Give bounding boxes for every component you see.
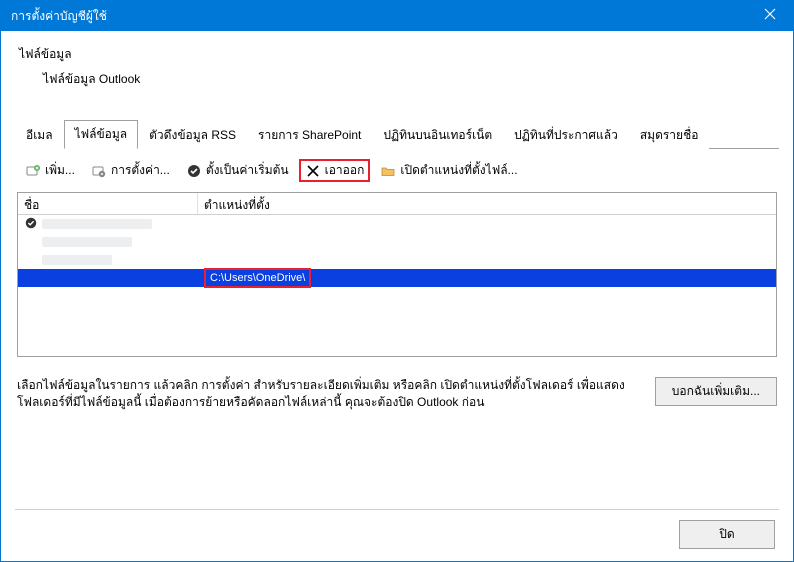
redacted-text [42, 219, 152, 229]
info-row: เลือกไฟล์ข้อมูลในรายการ แล้วคลิก การตั้ง… [17, 377, 777, 411]
selected-location-text: C:\Users\OneDrive\ [204, 268, 311, 288]
tab-row: อีเมล ไฟล์ข้อมูล ตัวดึงข้อมูล RSS รายการ… [15, 119, 779, 149]
set-default-label: ตั้งเป็นค่าเริ่มต้น [206, 161, 289, 180]
default-check-icon [24, 216, 38, 233]
dialog-window: การตั้งค่าบัญชีผู้ใช้ ไฟล์ข้อมูล ไฟล์ข้อ… [0, 0, 794, 562]
column-header-name[interactable]: ชื่อ [18, 193, 198, 214]
titlebar: การตั้งค่าบัญชีผู้ใช้ [1, 1, 793, 31]
redacted-text [42, 255, 112, 265]
settings-button[interactable]: การตั้งค่า... [85, 159, 176, 182]
redacted-text [42, 237, 132, 247]
window-title: การตั้งค่าบัญชีผู้ใช้ [11, 7, 747, 26]
open-location-label: เปิดตำแหน่งที่ตั้งไฟล์... [400, 161, 517, 180]
tab-published-calendars[interactable]: ปฏิทินที่ประกาศแล้ว [503, 121, 629, 149]
settings-icon [91, 163, 107, 179]
settings-label: การตั้งค่า... [111, 161, 170, 180]
folder-icon [380, 163, 396, 179]
tab-rss[interactable]: ตัวดึงข้อมูล RSS [138, 121, 247, 149]
tab-datafiles[interactable]: ไฟล์ข้อมูล [64, 120, 139, 149]
add-button[interactable]: เพิ่ม... [19, 159, 81, 182]
remove-label: เอาออก [325, 161, 365, 180]
set-default-button[interactable]: ตั้งเป็นค่าเริ่มต้น [180, 159, 295, 182]
check-circle-icon [186, 163, 202, 179]
window-close-button[interactable] [747, 1, 793, 31]
add-icon [25, 163, 41, 179]
dialog-body: ไฟล์ข้อมูล ไฟล์ข้อมูล Outlook อีเมล ไฟล์… [1, 31, 793, 561]
toolbar: เพิ่ม... การตั้งค่า... ตั้งเป็นค่าเริ่มต… [15, 149, 779, 192]
section-heading: ไฟล์ข้อมูล [19, 45, 779, 64]
list-row[interactable] [18, 215, 776, 233]
info-text: เลือกไฟล์ข้อมูลในรายการ แล้วคลิก การตั้ง… [17, 377, 641, 411]
remove-icon [305, 163, 321, 179]
add-label: เพิ่ม... [45, 161, 75, 180]
close-button[interactable]: ปิด [679, 520, 775, 549]
section-subheading: ไฟล์ข้อมูล Outlook [43, 70, 779, 89]
remove-button[interactable]: เอาออก [299, 159, 371, 182]
open-location-button[interactable]: เปิดตำแหน่งที่ตั้งไฟล์... [374, 159, 523, 182]
tell-me-more-button[interactable]: บอกฉันเพิ่มเติม... [655, 377, 777, 406]
list-row[interactable] [18, 233, 776, 251]
close-icon [764, 7, 776, 25]
list-row-selected[interactable]: C:\Users\OneDrive\ [18, 269, 776, 287]
data-file-list: ชื่อ ตำแหน่งที่ตั้ง [17, 192, 777, 357]
tab-address-books[interactable]: สมุดรายชื่อ [629, 121, 710, 149]
tab-internet-calendars[interactable]: ปฏิทินบนอินเทอร์เน็ต [372, 121, 503, 149]
footer: ปิด [15, 509, 779, 549]
tab-sharepoint[interactable]: รายการ SharePoint [247, 121, 372, 149]
list-header: ชื่อ ตำแหน่งที่ตั้ง [18, 193, 776, 215]
list-row[interactable] [18, 251, 776, 269]
tab-email[interactable]: อีเมล [15, 121, 64, 149]
column-header-location[interactable]: ตำแหน่งที่ตั้ง [198, 193, 776, 214]
list-body: C:\Users\OneDrive\ [18, 215, 776, 356]
